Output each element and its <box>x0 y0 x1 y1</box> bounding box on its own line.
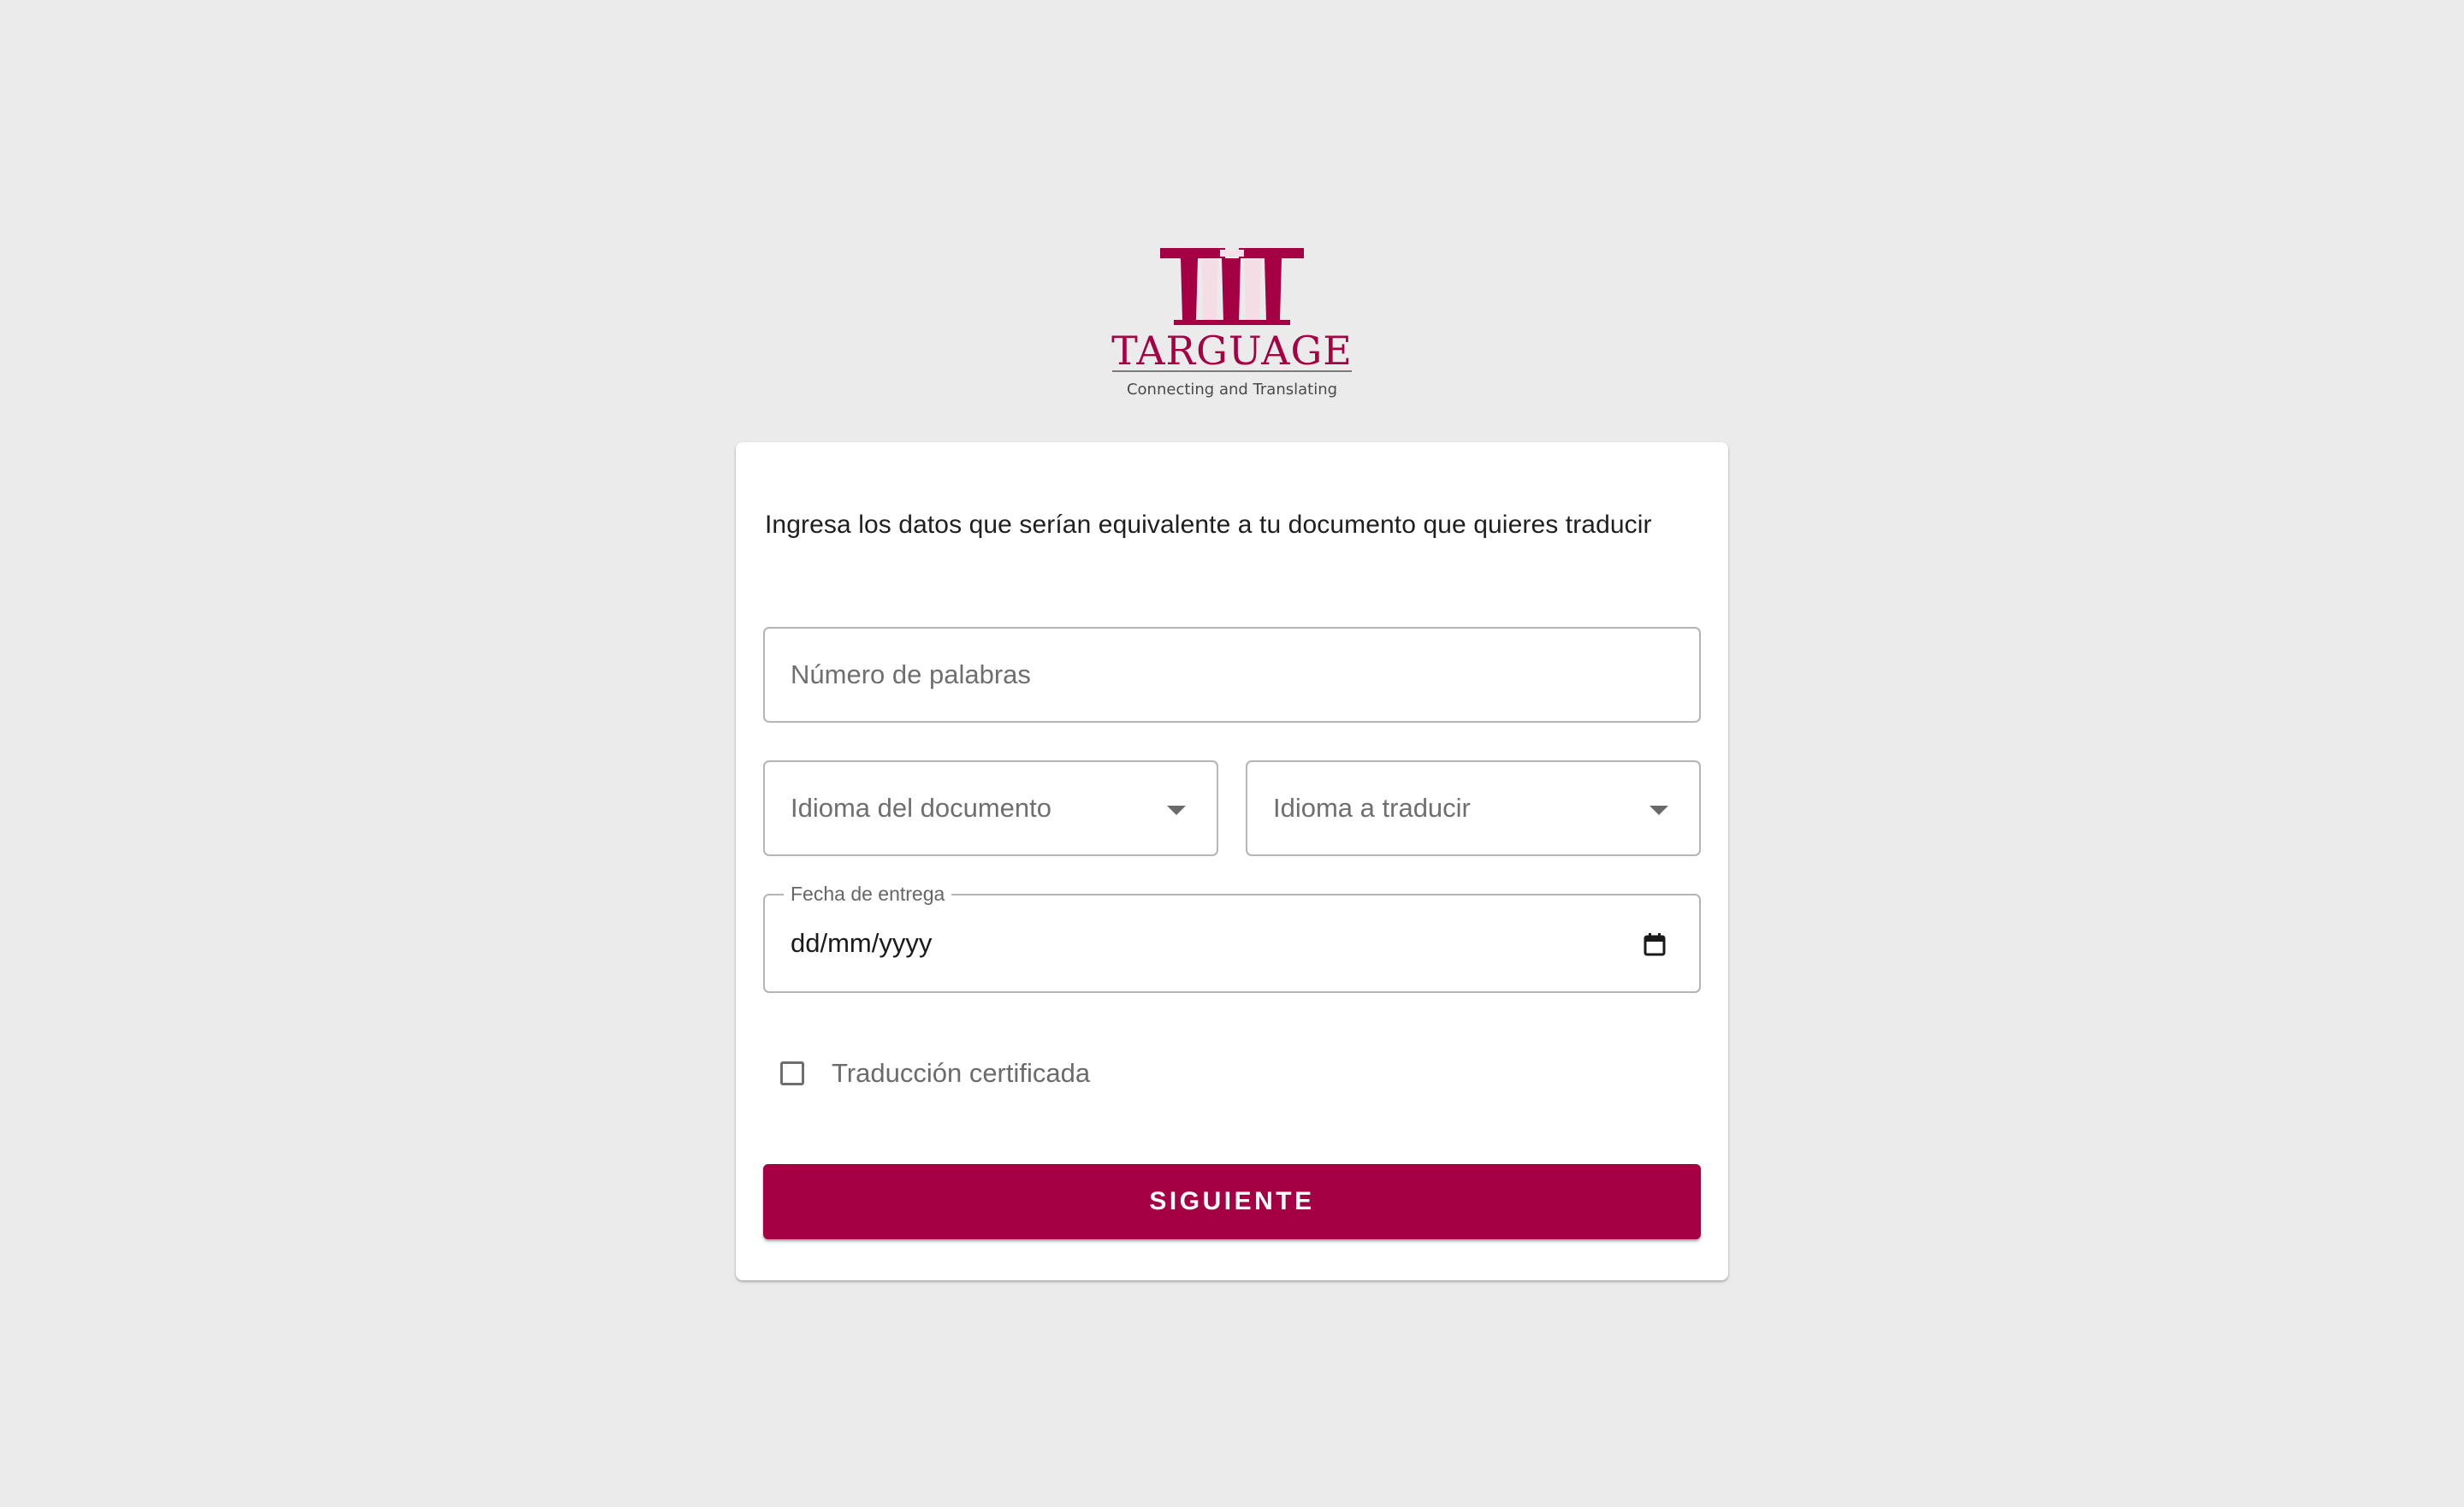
certified-translation-label[interactable]: Traducción certificada <box>832 1058 1090 1089</box>
certified-translation-checkbox[interactable] <box>780 1061 804 1085</box>
calendar-icon[interactable] <box>1643 932 1667 956</box>
source-language-select[interactable]: Idioma del documento <box>763 760 1218 856</box>
source-language-placeholder: Idioma del documento <box>791 793 1052 823</box>
targuage-logo: TARGUAGE Connecting and Translating <box>1109 245 1355 405</box>
logo-mark <box>1160 248 1304 325</box>
form-instructions: Ingresa los datos que serían equivalente… <box>765 511 1652 539</box>
chevron-down-icon <box>1650 806 1668 815</box>
word-count-input[interactable]: Número de palabras <box>763 627 1701 723</box>
translation-form-card: Ingresa los datos que serían equivalente… <box>736 442 1728 1280</box>
delivery-date-input[interactable]: Fecha de entrega dd/mm/yyyy <box>763 883 1701 993</box>
svg-text:Connecting and Translating: Connecting and Translating <box>1127 381 1337 399</box>
word-count-placeholder: Número de palabras <box>791 659 1031 689</box>
target-language-select[interactable]: Idioma a traducir <box>1246 760 1701 856</box>
chevron-down-icon <box>1167 806 1186 815</box>
svg-text:TARGUAGE: TARGUAGE <box>1111 328 1353 374</box>
delivery-date-value: dd/mm/yyyy <box>791 928 933 958</box>
next-button[interactable]: SIGUIENTE <box>763 1164 1701 1239</box>
target-language-placeholder: Idioma a traducir <box>1273 793 1471 823</box>
